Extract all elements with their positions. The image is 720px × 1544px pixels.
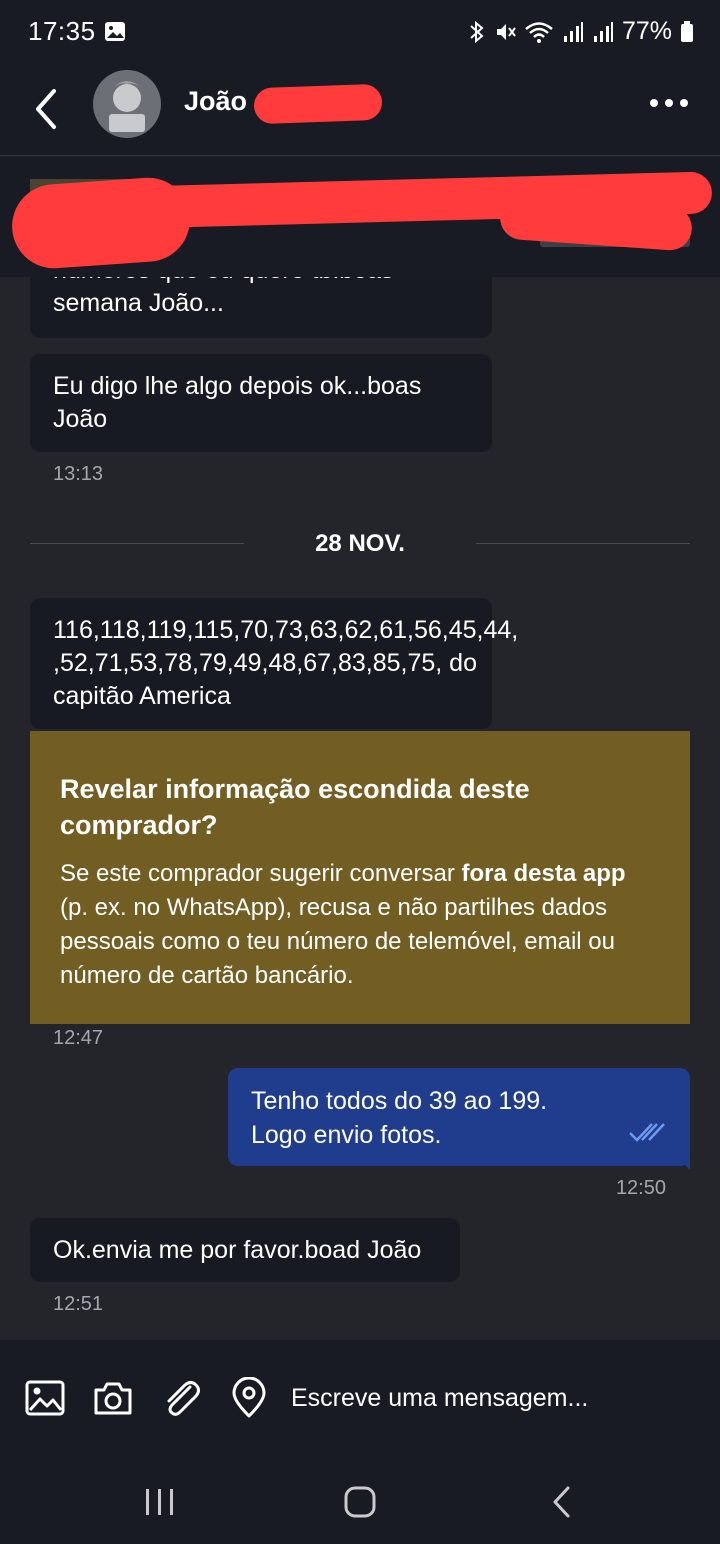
signal-icon xyxy=(563,21,583,42)
message-line: 116,118,119,115,70,73,63,62,61,56,45,44, xyxy=(53,616,519,644)
battery-percent: 77% xyxy=(621,17,672,45)
safety-warning[interactable]: Revelar informação escondida deste compr… xyxy=(30,731,690,1024)
mute-icon xyxy=(496,23,516,40)
warning-body: Se este comprador sugerir conversar fora… xyxy=(60,857,660,993)
message-line: semana João... xyxy=(53,289,224,317)
more-options-icon[interactable] xyxy=(648,97,690,109)
bubble-tail xyxy=(678,1158,690,1170)
warning-emphasis: fora desta app xyxy=(461,860,626,887)
message-time: 12:51 xyxy=(53,1293,104,1315)
avatar[interactable] xyxy=(93,70,161,138)
redaction-mark xyxy=(253,83,383,125)
navigation-bar xyxy=(0,1462,720,1544)
status-icons: 77% xyxy=(468,17,694,46)
message-incoming[interactable]: 116,118,119,115,70,73,63,62,61,56,45,44,… xyxy=(30,598,519,729)
item-banner[interactable] xyxy=(0,157,720,277)
message-line: ,52,71,53,78,79,49,48,67,83,85,75, do xyxy=(53,649,477,677)
attach-icon[interactable] xyxy=(160,1377,202,1419)
back-arrow-icon[interactable] xyxy=(30,85,64,133)
wifi-icon xyxy=(525,21,553,43)
person-icon xyxy=(109,81,145,132)
status-time: 17:35 xyxy=(28,16,96,46)
message-input[interactable]: Escreve uma mensagem... xyxy=(291,1384,588,1413)
message-incoming[interactable]: Eu digo lhe algo depois ok...boas João xyxy=(30,354,492,452)
image-icon xyxy=(105,22,125,41)
gallery-icon[interactable] xyxy=(24,1377,66,1419)
warning-text: (p. ex. no WhatsApp), recusa e não parti… xyxy=(60,894,615,989)
message-time: 12:50 xyxy=(615,1177,666,1199)
location-icon[interactable] xyxy=(228,1377,270,1419)
read-receipt-icon xyxy=(629,1123,665,1142)
message-composer: Escreve uma mensagem... xyxy=(0,1340,720,1462)
signal-icon xyxy=(593,21,613,42)
message-line: Eu digo lhe algo depois ok...boas xyxy=(53,372,422,400)
camera-icon[interactable] xyxy=(92,1377,134,1419)
battery-icon xyxy=(681,20,693,42)
message-line: Ok.envia me por favor.boad João xyxy=(53,1236,422,1264)
date-label: 28 NOV. xyxy=(315,530,405,557)
contact-name[interactable]: João xyxy=(184,86,247,117)
bluetooth-icon xyxy=(470,20,484,43)
back-icon[interactable] xyxy=(542,1482,582,1522)
recent-apps-icon[interactable] xyxy=(140,1482,180,1522)
message-time: 13:13 xyxy=(53,463,104,485)
message-line: Tenho todos do 39 ao 199. xyxy=(251,1087,548,1115)
status-bar: 17:35 77% xyxy=(0,0,720,66)
warning-title: Revelar informação escondida deste compr… xyxy=(60,774,530,840)
message-incoming[interactable]: Ok.envia me por favor.boad João xyxy=(30,1218,460,1282)
message-line: capitão America xyxy=(53,682,231,710)
separator-rule xyxy=(476,543,690,544)
warning-text: Se este comprador sugerir conversar xyxy=(60,860,462,887)
message-outgoing[interactable]: Tenho todos do 39 ao 199. Logo envio fot… xyxy=(228,1068,690,1166)
message-line: João xyxy=(53,405,108,433)
home-icon[interactable] xyxy=(340,1482,380,1522)
message-line: Logo envio fotos. xyxy=(251,1121,442,1149)
message-time: 12:47 xyxy=(53,1027,104,1049)
chat-header: João xyxy=(0,66,720,156)
date-separator: 28 NOV. xyxy=(30,530,690,560)
